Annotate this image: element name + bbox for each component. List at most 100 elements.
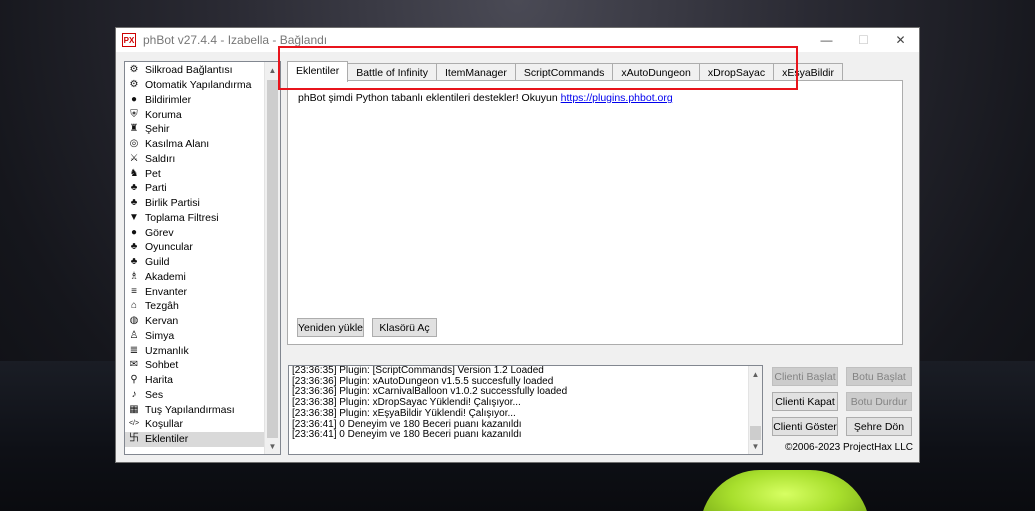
sidebar-item-label: Silkroad Bağlantısı	[145, 64, 233, 77]
sidebar-item[interactable]: ♪ Ses	[125, 388, 265, 403]
town-icon: ♜	[129, 123, 139, 135]
sidebar-item[interactable]: ⌂ Tezgâh	[125, 299, 265, 314]
start-bot-button[interactable]: Botu Başlat	[846, 367, 912, 386]
sidebar-item[interactable]: ♜ Şehir	[125, 122, 265, 137]
sidebar-item[interactable]: ● Görev	[125, 225, 265, 240]
stop-bot-button[interactable]: Botu Durdur	[846, 392, 912, 411]
players-icon: ♣	[130, 241, 138, 253]
sidebar-item[interactable]: ♣ Oyuncular	[125, 240, 265, 255]
map-pin-icon: ⚲	[130, 374, 138, 386]
sidebar-item[interactable]: </> Koşullar	[125, 417, 265, 432]
maximize-button[interactable]: ☐	[845, 28, 882, 52]
log-scroll-down-arrow-icon[interactable]: ▼	[749, 438, 762, 454]
filter-icon: ▼	[129, 211, 139, 223]
sidebar-item-label: Ses	[145, 388, 164, 401]
show-client-button[interactable]: Clienti Göster	[772, 417, 838, 436]
sidebar-item-label: Tuş Yapılandırması	[145, 403, 235, 416]
sidebar-item[interactable]: ● Bildirimler	[125, 93, 265, 108]
sidebar-item-label: Koruma	[145, 108, 182, 121]
sidebar-item-label: Koşullar	[145, 418, 183, 431]
keyboard-icon: ▦	[129, 403, 139, 415]
sidebar-tree[interactable]: ⚙ Silkroad Bağlantısı ⚙ Otomatik Yapılandır…	[124, 61, 281, 455]
sidebar-item-label: Birlik Partisi	[145, 197, 200, 210]
target-icon: ◎	[129, 138, 139, 150]
bell-icon: ♪	[131, 388, 137, 400]
sidebar-item-label: Kasılma Alanı	[145, 138, 210, 151]
plugin-info-text: phBot şimdi Python tabanlı eklentileri d…	[298, 92, 673, 104]
start-client-button[interactable]: Clienti Başlat	[772, 367, 838, 386]
log-lines: [23:36:35] Plugin: [ScriptCommands] Vers…	[292, 366, 567, 441]
sidebar-item[interactable]: ⚔ Saldırı	[125, 152, 265, 167]
sidebar-item-label: Uzmanlık	[145, 344, 189, 357]
shield-icon: ⛨	[130, 108, 138, 120]
sidebar-item[interactable]: ◍ Kervan	[125, 314, 265, 329]
kill-client-button[interactable]: Clienti Kapat	[772, 392, 838, 411]
close-button[interactable]: ✕	[882, 28, 919, 52]
sidebar-item-label: Toplama Filtresi	[145, 211, 219, 224]
sidebar-item-label: Bildirimler	[145, 93, 192, 106]
tab[interactable]: Eklentiler	[287, 61, 349, 82]
sidebar-item-label: Harita	[145, 374, 174, 387]
sidebar-item[interactable]: ♣ Parti	[125, 181, 265, 196]
sidebar-item[interactable]: ≡ Envanter	[125, 284, 265, 299]
sidebar-item[interactable]: ⚙ Otomatik Yapılandırma	[125, 78, 265, 93]
window-title: phBot v27.4.4 - Izabella - Bağlandı	[143, 33, 328, 47]
sidebar-item[interactable]: ▦ Tuş Yapılandırması	[125, 402, 265, 417]
sidebar-item[interactable]: ▼ Toplama Filtresi	[125, 211, 265, 226]
academy-icon: ♗	[129, 270, 139, 282]
plugin-icon: 卐	[129, 433, 139, 445]
sidebar-item-label: Pet	[145, 167, 161, 180]
sidebar-item-label: Kervan	[145, 315, 179, 328]
sidebar-item-label: Saldırı	[145, 152, 176, 165]
sidebar-item-label: Görev	[145, 226, 174, 239]
reload-button[interactable]: Yeniden yükle	[297, 318, 364, 337]
sidebar-item[interactable]: ⚲ Harita	[125, 373, 265, 388]
sidebar-scrollbar[interactable]: ▲ ▼	[264, 62, 280, 454]
quest-icon: ●	[130, 226, 138, 238]
caravan-icon: ◍	[129, 315, 139, 327]
sidebar-item-label: Şehir	[145, 123, 170, 136]
sidebar-item[interactable]: ♗ Akademi	[125, 270, 265, 285]
sidebar-list: ⚙ Silkroad Bağlantısı ⚙ Otomatik Yapılandır…	[125, 63, 265, 447]
union-party-icon: ♣	[130, 197, 138, 209]
sidebar-item[interactable]: ♣ Birlik Partisi	[125, 196, 265, 211]
sidebar-item[interactable]: ◎ Kasılma Alanı	[125, 137, 265, 152]
sidebar-item[interactable]: ♙ Simya	[125, 329, 265, 344]
alchemy-icon: ♙	[129, 329, 139, 341]
sidebar-item-label: Parti	[145, 182, 167, 195]
sidebar-item[interactable]: 卐 Eklentiler	[125, 431, 265, 447]
log-box[interactable]: [23:36:35] Plugin: [ScriptCommands] Vers…	[288, 365, 763, 455]
sword-icon: ⚔	[129, 152, 139, 164]
sidebar-item-label: Eklentiler	[145, 433, 189, 446]
notification-icon: ●	[130, 93, 138, 105]
tabs-highlight-box	[278, 46, 798, 90]
minimize-button[interactable]: —	[808, 28, 845, 52]
plugins-panel: phBot şimdi Python tabanlı eklentileri d…	[287, 80, 903, 345]
sidebar-item-label: Guild	[145, 256, 170, 269]
sidebar-item[interactable]: ≣ Uzmanlık	[125, 343, 265, 358]
log-scroll-up-arrow-icon[interactable]: ▲	[749, 366, 762, 382]
log-line: [23:36:38] Plugin: xEşyaBildir Yüklendi!…	[292, 407, 516, 419]
sidebar-item-label: Akademi	[145, 270, 186, 283]
sidebar-item-label: Sohbet	[145, 359, 179, 372]
pet-icon: ♞	[129, 167, 139, 179]
gears-icon: ⚙	[129, 64, 139, 76]
chat-icon: ✉	[129, 359, 139, 371]
sidebar-item[interactable]: ✉ Sohbet	[125, 358, 265, 373]
log-scrollbar[interactable]: ▲ ▼	[748, 366, 762, 454]
mastery-icon: ≣	[129, 344, 139, 356]
return-town-button[interactable]: Şehre Dön	[846, 417, 912, 436]
sidebar-item-label: Envanter	[145, 285, 188, 298]
scrollbar-thumb[interactable]	[267, 80, 278, 438]
sidebar-item[interactable]: ♣ Guild	[125, 255, 265, 270]
scroll-down-arrow-icon[interactable]: ▼	[265, 438, 280, 454]
plugins-link[interactable]: https://plugins.phbot.org	[561, 92, 673, 104]
sidebar-item[interactable]: ⚙ Silkroad Bağlantısı	[125, 63, 265, 78]
sidebar-item[interactable]: ♞ Pet	[125, 166, 265, 181]
guild-icon: ♣	[130, 256, 138, 268]
gear-icon: ⚙	[129, 79, 139, 91]
sidebar-item-label: Oyuncular	[145, 241, 193, 254]
open-folder-button[interactable]: Klasörü Aç	[372, 318, 437, 337]
sidebar-item[interactable]: ⛨ Koruma	[125, 107, 265, 122]
sidebar-item-label: Tezgâh	[145, 300, 179, 313]
